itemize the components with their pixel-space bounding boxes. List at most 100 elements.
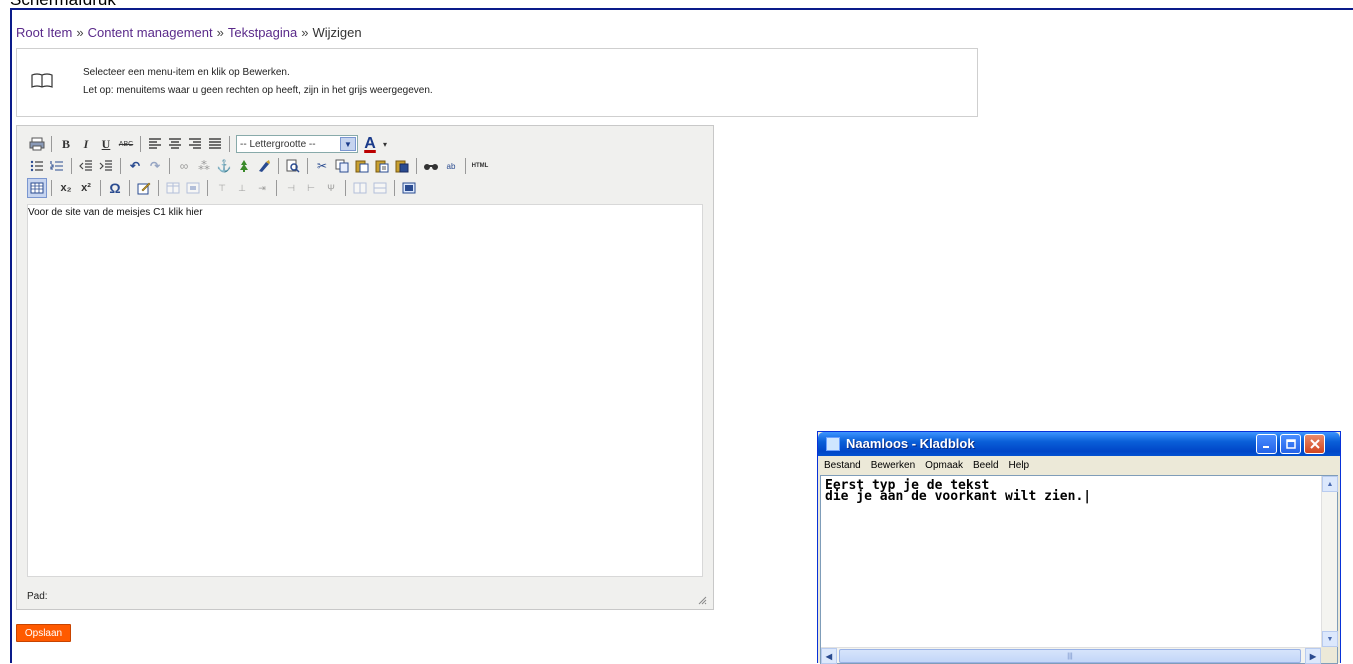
redo-icon[interactable]: ↷ bbox=[145, 156, 165, 176]
minimize-icon bbox=[1262, 446, 1269, 448]
strikethrough-icon[interactable]: ABC bbox=[116, 134, 136, 154]
close-button[interactable] bbox=[1304, 434, 1325, 454]
align-right-icon[interactable] bbox=[185, 134, 205, 154]
vertical-scrollbar[interactable]: ▲ ▼ bbox=[1321, 476, 1338, 647]
bold-icon[interactable]: B bbox=[56, 134, 76, 154]
subscript-icon[interactable]: x₂ bbox=[56, 178, 76, 198]
size-grip-icon[interactable] bbox=[1321, 647, 1337, 663]
scroll-up-icon[interactable]: ▲ bbox=[1322, 476, 1338, 492]
maximize-icon bbox=[1285, 439, 1296, 449]
breadcrumb-root[interactable]: Root Item bbox=[16, 25, 72, 40]
horizontal-scroll-thumb[interactable]: ||| bbox=[839, 649, 1301, 663]
breadcrumb-sep: » bbox=[301, 25, 309, 40]
col-after-icon[interactable]: ⊢ bbox=[301, 178, 321, 198]
toolbar-separator bbox=[278, 158, 279, 174]
row-before-icon[interactable]: ⊤ bbox=[212, 178, 232, 198]
close-icon bbox=[1309, 439, 1320, 449]
toolbar-separator bbox=[158, 180, 159, 196]
editor-content-area[interactable]: Voor de site van de meisjes C1 klik hier bbox=[27, 204, 703, 577]
breadcrumb-content-management[interactable]: Content management bbox=[88, 25, 213, 40]
image-icon[interactable] bbox=[234, 156, 254, 176]
cell-props-icon[interactable] bbox=[183, 178, 203, 198]
fullscreen-icon[interactable] bbox=[399, 178, 419, 198]
breadcrumb-tekstpagina[interactable]: Tekstpagina bbox=[228, 25, 297, 40]
align-left-icon[interactable] bbox=[145, 134, 165, 154]
delete-row-icon[interactable]: ⇥ bbox=[252, 178, 272, 198]
toolbar-separator bbox=[416, 158, 417, 174]
special-char-icon[interactable]: Ω bbox=[105, 178, 125, 198]
superscript-icon[interactable]: x² bbox=[76, 178, 96, 198]
table-props-icon[interactable] bbox=[163, 178, 183, 198]
bullet-list-icon[interactable] bbox=[27, 156, 47, 176]
print-icon[interactable] bbox=[27, 134, 47, 154]
minimize-button[interactable] bbox=[1256, 434, 1277, 454]
col-before-icon[interactable]: ⊣ bbox=[281, 178, 301, 198]
underline-icon[interactable]: U bbox=[96, 134, 116, 154]
book-icon bbox=[31, 73, 53, 88]
replace-icon[interactable]: ab bbox=[441, 156, 461, 176]
row-after-icon[interactable]: ⊥ bbox=[232, 178, 252, 198]
edit-icon[interactable] bbox=[134, 178, 154, 198]
maximize-button[interactable] bbox=[1280, 434, 1301, 454]
toolbar-separator bbox=[307, 158, 308, 174]
toolbar-separator bbox=[276, 180, 277, 196]
scroll-left-icon[interactable]: ◀ bbox=[821, 648, 837, 664]
menu-opmaak[interactable]: Opmaak bbox=[925, 460, 963, 471]
toolbar-separator bbox=[169, 158, 170, 174]
notepad-text-area[interactable]: Eerst typ je de tekst die je aan de voor… bbox=[820, 475, 1338, 664]
toolbar-separator bbox=[100, 180, 101, 196]
scroll-right-icon[interactable]: ▶ bbox=[1305, 648, 1321, 664]
scroll-down-icon[interactable]: ▼ bbox=[1322, 631, 1338, 647]
cleanup-icon[interactable] bbox=[254, 156, 274, 176]
info-text-line1: Selecteer een menu-item en klik op Bewer… bbox=[83, 67, 290, 78]
outdent-icon[interactable] bbox=[76, 156, 96, 176]
toolbar-separator bbox=[140, 136, 141, 152]
menu-bewerken[interactable]: Bewerken bbox=[871, 460, 915, 471]
italic-icon[interactable]: I bbox=[76, 134, 96, 154]
menu-bestand[interactable]: Bestand bbox=[824, 460, 861, 471]
paste-word-icon[interactable] bbox=[392, 156, 412, 176]
delete-col-icon[interactable]: Ψ bbox=[321, 178, 341, 198]
html-icon[interactable]: HTML bbox=[470, 156, 490, 176]
toolbar-separator bbox=[71, 158, 72, 174]
find-icon[interactable] bbox=[421, 156, 441, 176]
unlink-icon[interactable]: ⁂ bbox=[194, 156, 214, 176]
breadcrumb-current: Wijzigen bbox=[312, 25, 362, 40]
menu-beeld[interactable]: Beeld bbox=[973, 460, 999, 471]
save-button[interactable]: Opslaan bbox=[16, 624, 71, 642]
copy-icon[interactable] bbox=[332, 156, 352, 176]
link-icon[interactable]: ∞ bbox=[174, 156, 194, 176]
menu-help[interactable]: Help bbox=[1009, 460, 1030, 471]
toolbar-row-3: x₂ x² Ω ⊤ ⊥ ⇥ ⊣ ⊢ Ψ bbox=[27, 178, 419, 198]
notepad-menubar: Bestand Bewerken Opmaak Beeld Help bbox=[818, 456, 1340, 474]
merge-cells-icon[interactable] bbox=[370, 178, 390, 198]
font-color-icon[interactable]: A bbox=[360, 134, 380, 154]
breadcrumb-sep: » bbox=[76, 25, 84, 40]
undo-icon[interactable]: ↶ bbox=[125, 156, 145, 176]
font-color-dropdown-icon[interactable]: ▾ bbox=[380, 134, 390, 154]
toolbar-separator bbox=[465, 158, 466, 174]
align-justify-icon[interactable] bbox=[205, 134, 225, 154]
numbered-list-icon[interactable] bbox=[47, 156, 67, 176]
anchor-icon[interactable]: ⚓ bbox=[214, 156, 234, 176]
horizontal-scrollbar[interactable]: ◀ ||| ▶ bbox=[821, 647, 1321, 664]
chevron-down-icon[interactable]: ▼ bbox=[340, 137, 356, 151]
editor-content-text: Voor de site van de meisjes C1 klik hier bbox=[28, 207, 203, 218]
preview-icon[interactable] bbox=[283, 156, 303, 176]
notepad-title: Naamloos - Kladblok bbox=[846, 436, 975, 451]
resize-grip-icon[interactable] bbox=[697, 595, 707, 605]
paste-text-icon[interactable] bbox=[372, 156, 392, 176]
toolbar-separator bbox=[229, 136, 230, 152]
cut-icon[interactable]: ✂ bbox=[312, 156, 332, 176]
toolbar-separator bbox=[394, 180, 395, 196]
indent-icon[interactable] bbox=[96, 156, 116, 176]
toolbar-separator bbox=[207, 180, 208, 196]
split-cells-icon[interactable] bbox=[350, 178, 370, 198]
table-icon[interactable] bbox=[27, 178, 47, 198]
paste-icon[interactable] bbox=[352, 156, 372, 176]
info-text-line2: Let op: menuitems waar u geen rechten op… bbox=[83, 85, 433, 96]
font-size-select[interactable]: -- Lettergrootte -- ▼ bbox=[236, 135, 358, 153]
toolbar-separator bbox=[51, 136, 52, 152]
align-center-icon[interactable] bbox=[165, 134, 185, 154]
notepad-titlebar[interactable]: Naamloos - Kladblok bbox=[818, 432, 1340, 456]
